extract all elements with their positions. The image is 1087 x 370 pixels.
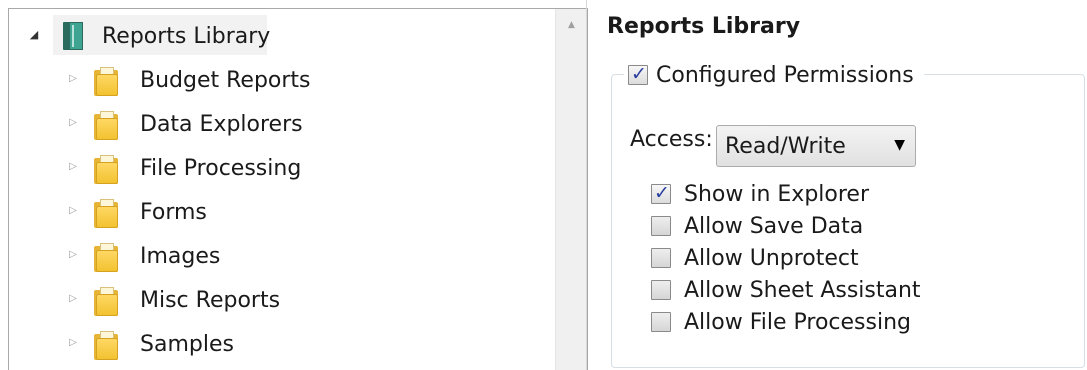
configured-permissions-checkbox[interactable]: Configured Permissions bbox=[624, 60, 924, 90]
vertical-scrollbar[interactable]: ▲ bbox=[555, 9, 587, 370]
tree-item-label: Misc Reports bbox=[140, 288, 281, 313]
checkbox-icon[interactable] bbox=[651, 216, 671, 236]
allow-sheet-assistant-label: Allow Sheet Assistant bbox=[684, 277, 921, 303]
tree-item-label: Data Explorers bbox=[140, 112, 303, 137]
folder-tree: ◢ Reports Library ▷ Budget Reports ▷ Data E… bbox=[8, 8, 588, 370]
expand-arrow-icon[interactable]: ▷ bbox=[66, 205, 80, 216]
expand-arrow-icon[interactable]: ▷ bbox=[66, 337, 80, 348]
collapse-arrow-icon[interactable]: ◢ bbox=[27, 28, 41, 41]
dropdown-arrow-icon: ▼ bbox=[894, 137, 905, 153]
show-in-explorer-checkbox[interactable]: Show in Explorer bbox=[651, 179, 869, 209]
allow-file-processing-checkbox[interactable]: Allow File Processing bbox=[651, 307, 911, 337]
scroll-up-arrow-icon[interactable]: ▲ bbox=[556, 9, 587, 41]
folder-icon bbox=[94, 286, 120, 316]
access-dropdown-value: Read/Write bbox=[725, 133, 846, 159]
configured-permissions-label: Configured Permissions bbox=[656, 62, 914, 88]
expand-arrow-icon[interactable]: ▷ bbox=[66, 161, 80, 172]
tree-item-label: Images bbox=[140, 244, 221, 269]
expand-arrow-icon[interactable]: ▷ bbox=[66, 117, 80, 128]
folder-icon bbox=[94, 242, 120, 272]
allow-unprotect-label: Allow Unprotect bbox=[684, 245, 859, 271]
checkbox-icon[interactable] bbox=[651, 182, 671, 204]
tree-item-data-explorers[interactable]: ▷ Data Explorers bbox=[9, 105, 339, 145]
tree-item-budget-reports[interactable]: ▷ Budget Reports bbox=[9, 61, 339, 101]
access-label: Access: bbox=[630, 127, 713, 152]
tree-item-reports-library[interactable]: ◢ Reports Library bbox=[9, 15, 279, 57]
folder-icon bbox=[94, 110, 120, 140]
folder-icon bbox=[94, 198, 120, 228]
tree-item-label: Forms bbox=[140, 200, 207, 225]
pane-divider[interactable] bbox=[586, 0, 587, 370]
details-title: Reports Library bbox=[607, 14, 801, 39]
checkbox-icon[interactable] bbox=[651, 312, 671, 332]
expand-arrow-icon[interactable]: ▷ bbox=[66, 73, 80, 84]
tree-item-label: File Processing bbox=[140, 156, 302, 181]
tree-item-misc-reports[interactable]: ▷ Misc Reports bbox=[9, 281, 339, 321]
tree-item-images[interactable]: ▷ Images bbox=[9, 237, 339, 277]
checkbox-icon[interactable] bbox=[651, 248, 671, 268]
tree-item-samples[interactable]: ▷ Samples bbox=[9, 325, 339, 365]
allow-unprotect-checkbox[interactable]: Allow Unprotect bbox=[651, 243, 859, 273]
checkbox-icon[interactable] bbox=[628, 63, 648, 85]
tree-item-label: Samples bbox=[140, 332, 234, 357]
library-icon bbox=[63, 21, 87, 51]
allow-file-processing-label: Allow File Processing bbox=[684, 309, 912, 335]
folder-icon bbox=[94, 66, 120, 96]
allow-save-data-label: Allow Save Data bbox=[684, 213, 864, 239]
checkbox-icon[interactable] bbox=[651, 280, 671, 300]
allow-save-data-checkbox[interactable]: Allow Save Data bbox=[651, 211, 863, 241]
tree-item-file-processing[interactable]: ▷ File Processing bbox=[9, 149, 339, 189]
tree-content: ◢ Reports Library ▷ Budget Reports ▷ Data E… bbox=[9, 9, 557, 370]
access-dropdown[interactable]: Read/Write ▼ bbox=[716, 125, 916, 167]
allow-sheet-assistant-checkbox[interactable]: Allow Sheet Assistant bbox=[651, 275, 921, 305]
show-in-explorer-label: Show in Explorer bbox=[684, 181, 870, 207]
tree-item-label: Budget Reports bbox=[140, 68, 311, 93]
expand-arrow-icon[interactable]: ▷ bbox=[66, 293, 80, 304]
folder-icon bbox=[94, 154, 120, 184]
folder-icon bbox=[94, 330, 120, 360]
expand-arrow-icon[interactable]: ▷ bbox=[66, 249, 80, 260]
tree-item-label: Reports Library bbox=[102, 24, 271, 49]
tree-item-forms[interactable]: ▷ Forms bbox=[9, 193, 339, 233]
